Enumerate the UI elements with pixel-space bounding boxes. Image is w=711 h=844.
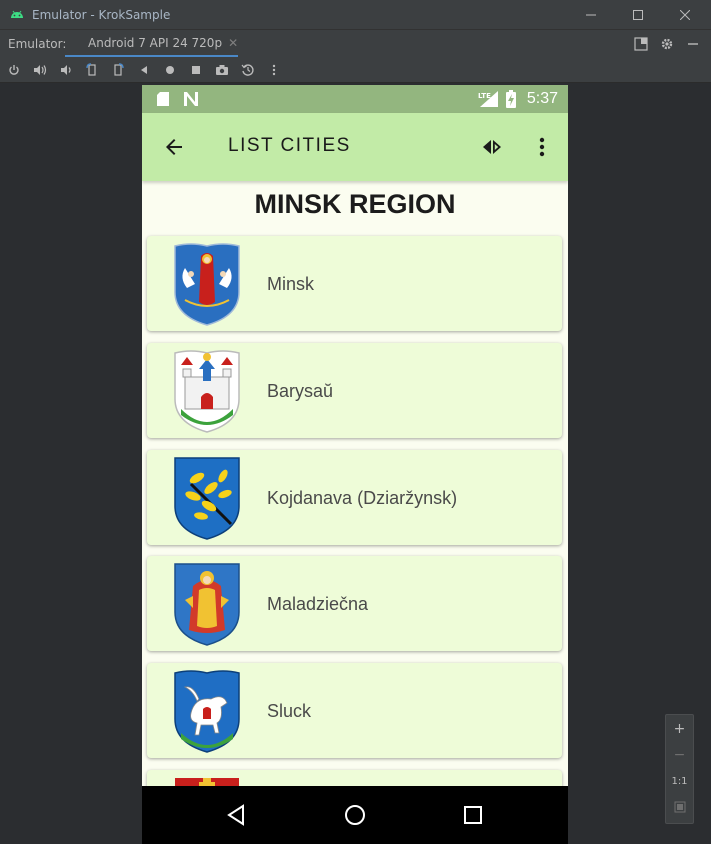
city-card-kojdanava[interactable]: Kojdanava (Dziaržynsk) xyxy=(147,450,562,545)
nav-home-circle-icon[interactable] xyxy=(343,803,367,827)
city-name: Barysaŭ xyxy=(267,381,334,401)
rotate-left-button[interactable] xyxy=(79,57,105,83)
minsk-coat-of-arms-icon xyxy=(174,243,240,326)
android-icon xyxy=(11,10,23,18)
rotate-right-icon xyxy=(114,62,124,76)
tab-label: Android 7 API 24 720p xyxy=(88,35,223,50)
city-name: Minsk xyxy=(267,274,315,294)
more-icon xyxy=(272,64,276,75)
swap-horiz-icon[interactable] xyxy=(480,135,504,159)
settings-button[interactable] xyxy=(657,34,677,54)
layout-button[interactable] xyxy=(631,34,651,54)
tab-close-icon[interactable]: ✕ xyxy=(228,36,238,50)
snapshot-button[interactable] xyxy=(235,57,261,83)
phone-screen: LTE 5:37 LIST CITIES MINSK REGION Minsk … xyxy=(142,85,568,844)
minimize-panel-icon xyxy=(688,43,698,45)
zoom-1-to-1-button[interactable]: 1:1 xyxy=(666,768,693,794)
city-card-sluck[interactable]: Sluck xyxy=(147,663,562,758)
city-name: Sluck xyxy=(267,701,312,721)
maladziecna-coat-of-arms-icon xyxy=(174,563,240,646)
volume-down-icon xyxy=(61,64,71,75)
nav-recents-square-icon[interactable] xyxy=(461,803,485,827)
city-card-minsk[interactable]: Minsk xyxy=(147,236,562,331)
battery-charging-icon xyxy=(505,90,516,108)
power-button[interactable] xyxy=(1,57,27,83)
back-arrow-icon[interactable] xyxy=(162,135,186,159)
maximize-button[interactable] xyxy=(615,0,661,29)
barysau-coat-of-arms-icon xyxy=(174,350,240,433)
region-title: MINSK REGION xyxy=(254,189,456,219)
android-nav-bar xyxy=(142,786,568,844)
emulator-label: Emulator: xyxy=(8,36,67,51)
maximize-icon xyxy=(633,9,643,20)
app-bar-title: LIST CITIES xyxy=(228,135,351,156)
n-notification-icon xyxy=(184,92,198,106)
minimize-icon xyxy=(586,14,596,15)
close-icon xyxy=(680,9,690,20)
app-bar: LIST CITIES xyxy=(142,113,568,181)
volume-up-icon xyxy=(34,64,47,75)
back-icon xyxy=(141,65,147,74)
camera-icon xyxy=(216,64,228,75)
overflow-menu-icon[interactable] xyxy=(530,135,554,159)
sd-card-icon xyxy=(157,92,169,106)
minimize-panel-button[interactable] xyxy=(683,34,703,54)
rotate-right-button[interactable] xyxy=(105,57,131,83)
status-bar: LTE 5:37 xyxy=(142,85,568,113)
nav-back-triangle-icon[interactable] xyxy=(225,803,249,827)
overview-icon xyxy=(192,65,200,74)
nav-back-button[interactable] xyxy=(131,57,157,83)
power-icon xyxy=(9,64,19,75)
emulator-tabbar: Emulator: Android 7 API 24 720p ✕ xyxy=(0,29,711,58)
city-name: Maladziečna xyxy=(267,594,369,614)
city-card-maladziecna[interactable]: Maladziečna xyxy=(147,556,562,651)
screenshot-button[interactable] xyxy=(209,57,235,83)
nav-home-button[interactable] xyxy=(157,57,183,83)
home-icon xyxy=(166,65,174,74)
window-title: Emulator - KrokSample xyxy=(32,7,171,22)
gear-icon xyxy=(661,38,673,50)
layout-icon xyxy=(634,37,648,51)
tabbar-actions xyxy=(631,34,703,54)
minimize-button[interactable] xyxy=(568,0,614,29)
city-card-barysau[interactable]: Barysaŭ xyxy=(147,343,562,438)
volume-up-button[interactable] xyxy=(27,57,53,83)
network-type: LTE xyxy=(478,92,491,100)
sluck-coat-of-arms-icon xyxy=(174,670,240,753)
more-options-button[interactable] xyxy=(261,57,287,83)
zoom-panel: + − 1:1 xyxy=(665,714,694,824)
volume-down-button[interactable] xyxy=(53,57,79,83)
nav-overview-button[interactable] xyxy=(183,57,209,83)
emulator-toolbar xyxy=(0,57,711,83)
rotate-left-icon xyxy=(86,62,96,76)
kojdanava-coat-of-arms-icon xyxy=(174,457,240,540)
signal-lte-icon: LTE xyxy=(478,91,498,107)
city-name: Kojdanava (Dziaržynsk) xyxy=(267,488,458,508)
snapshot-icon xyxy=(241,63,254,76)
zoom-fit-button[interactable] xyxy=(666,794,693,820)
fit-screen-icon xyxy=(674,801,685,813)
window-titlebar: Emulator - KrokSample xyxy=(0,0,711,29)
zoom-in-button[interactable]: + xyxy=(666,716,693,742)
tab-android-device[interactable]: Android 7 API 24 720p ✕ xyxy=(65,30,238,58)
zoom-out-button[interactable]: − xyxy=(666,742,693,768)
status-clock: 5:37 xyxy=(526,90,558,107)
close-window-button[interactable] xyxy=(662,0,708,29)
